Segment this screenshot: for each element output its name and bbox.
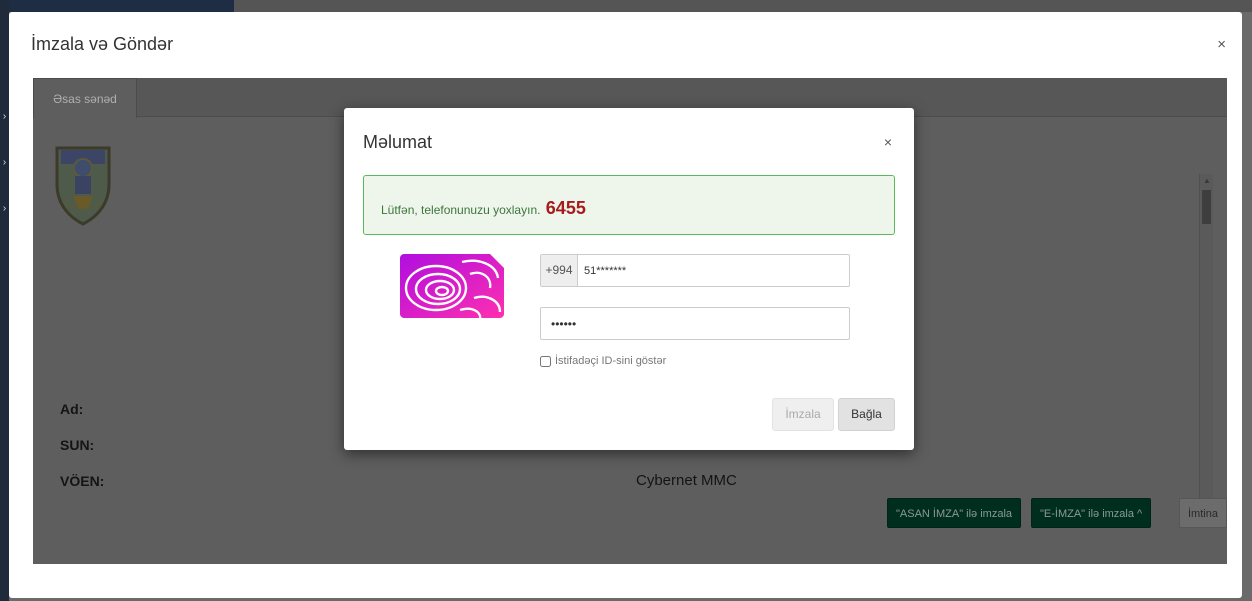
document-scrollbar[interactable]: ▲ ▼ xyxy=(1199,174,1213,528)
asan-imza-sim-icon xyxy=(400,254,504,318)
info-modal: Məlumat × Lütfən, telefonunuzu yoxlayın.… xyxy=(344,108,914,450)
field-label-name: Ad: xyxy=(60,401,84,417)
close-icon[interactable]: × xyxy=(1217,36,1226,53)
verification-alert: Lütfən, telefonunuzu yoxlayın. 6455 xyxy=(363,175,895,235)
field-value-voen: Cybernet MMC xyxy=(636,472,737,489)
field-label-voen: VÖEN: xyxy=(60,473,105,489)
phone-input-group: +994 xyxy=(540,254,850,287)
close-icon[interactable]: × xyxy=(884,134,892,150)
background-chevron-icon: › xyxy=(2,111,7,122)
asan-imza-sign-button[interactable]: "ASAN İMZA" ilə imzala xyxy=(887,498,1021,528)
show-user-id-label: İstifadəçi ID-sini göstər xyxy=(555,355,667,367)
alert-text: Lütfən, telefonunuzu yoxlayın. xyxy=(381,203,541,217)
background-app-brand-bar xyxy=(9,0,234,12)
e-imza-sign-button[interactable]: "E-İMZA" ilə imzala ^ xyxy=(1031,498,1152,528)
tax-ministry-emblem-icon xyxy=(55,146,111,226)
scroll-up-icon[interactable]: ▲ xyxy=(1200,176,1214,185)
sign-button[interactable]: İmzala xyxy=(772,398,834,431)
user-id-input[interactable] xyxy=(540,307,850,340)
modal-title: İmzala və Göndər xyxy=(31,34,174,54)
phone-number-input[interactable] xyxy=(579,255,849,286)
background-app-sidebar xyxy=(0,0,9,601)
background-chevron-icon: › xyxy=(2,203,7,214)
verification-code: 6455 xyxy=(545,198,586,218)
show-user-id-checkbox[interactable] xyxy=(540,355,551,367)
phone-country-code: +994 xyxy=(541,255,578,286)
cancel-button[interactable]: İmtina xyxy=(1179,498,1227,528)
info-modal-title: Məlumat xyxy=(363,132,433,152)
field-label-sun: SUN: xyxy=(60,437,95,453)
background-chevron-icon: › xyxy=(2,157,7,168)
alert-message: Lütfən, telefonunuzu yoxlayın. 6455 xyxy=(381,198,586,219)
scroll-thumb[interactable] xyxy=(1202,190,1211,224)
close-button[interactable]: Bağla xyxy=(838,398,895,431)
tab-main-document[interactable]: Əsas sənəd xyxy=(33,78,137,118)
show-user-id-toggle[interactable]: İstifadəçi ID-sini göstər xyxy=(540,355,666,367)
